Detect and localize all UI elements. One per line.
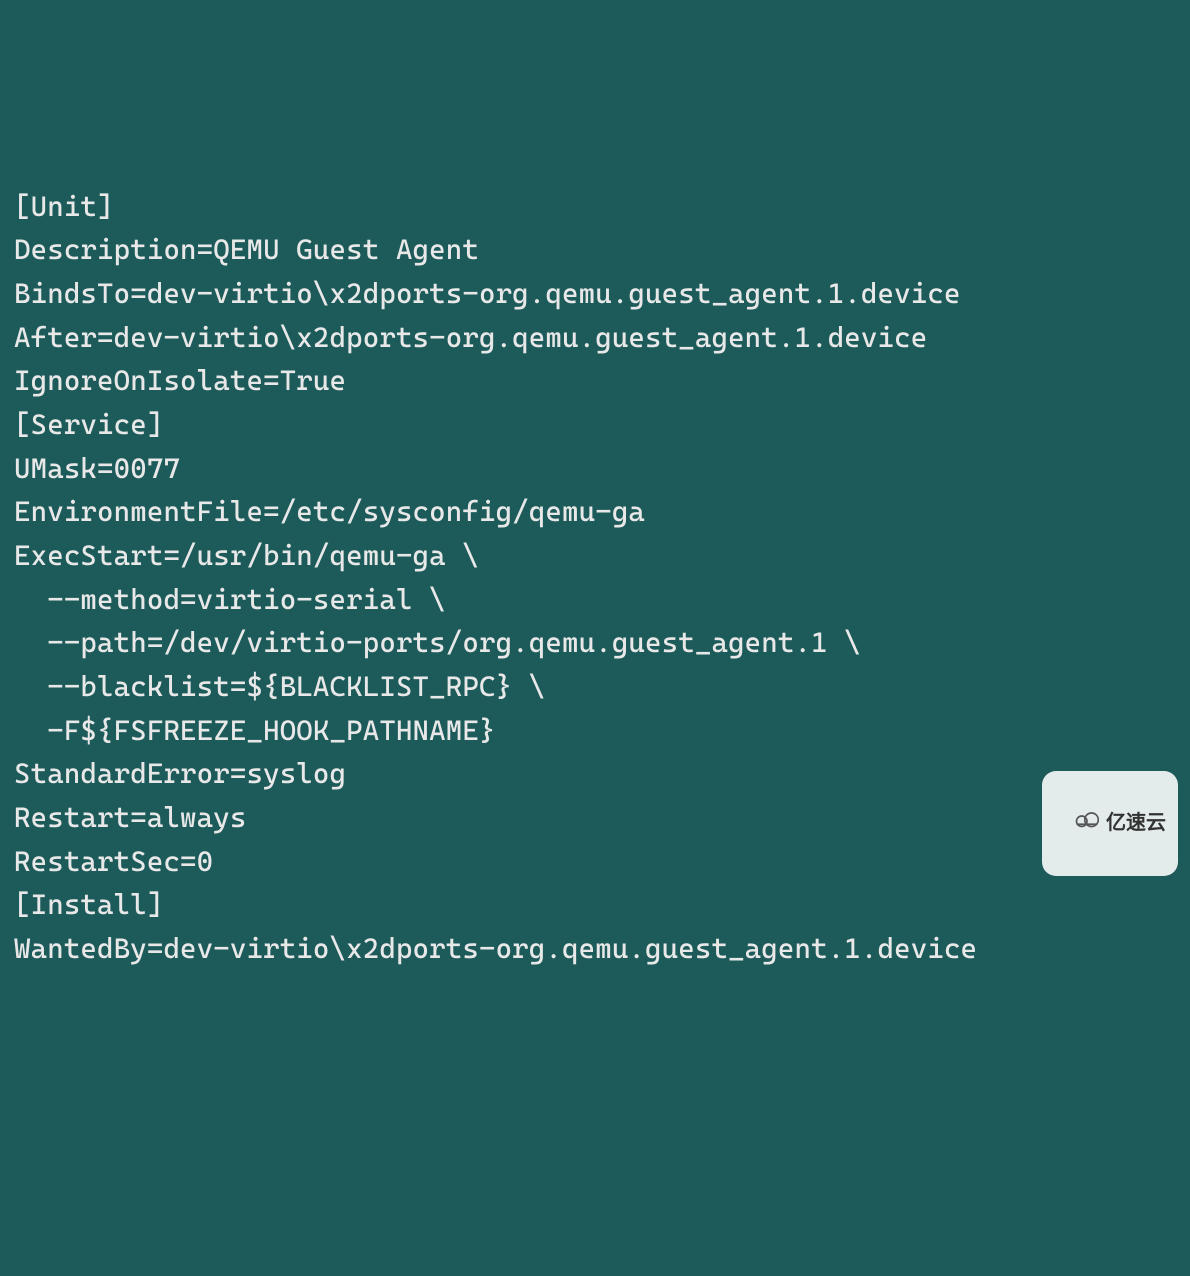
- config-line: UMask=0077: [14, 447, 1176, 491]
- config-line: EnvironmentFile=/etc/sysconfig/qemu-ga: [14, 490, 1176, 534]
- config-line: -F${FSFREEZE_HOOK_PATHNAME}: [14, 709, 1176, 753]
- config-line: IgnoreOnIsolate=True: [14, 359, 1176, 403]
- config-line: [Install]: [14, 883, 1176, 927]
- config-line: After=dev-virtio\x2dports-org.qemu.guest…: [14, 316, 1176, 360]
- config-line: StandardError=syslog: [14, 752, 1176, 796]
- cloud-icon: [1050, 776, 1102, 871]
- config-line: RestartSec=0: [14, 840, 1176, 884]
- config-line: [Unit]: [14, 185, 1176, 229]
- config-line: [Service]: [14, 403, 1176, 447]
- config-line: Description=QEMU Guest Agent: [14, 228, 1176, 272]
- systemd-config-content: [Unit]Description=QEMU Guest AgentBindsT…: [14, 185, 1176, 971]
- config-line: ExecStart=/usr/bin/qemu-ga \: [14, 534, 1176, 578]
- config-line: BindsTo=dev-virtio\x2dports-org.qemu.gue…: [14, 272, 1176, 316]
- watermark-text: 亿速云: [1106, 808, 1166, 839]
- watermark-badge: 亿速云: [1042, 771, 1178, 876]
- config-line: --blacklist=${BLACKLIST_RPC} \: [14, 665, 1176, 709]
- config-line: --method=virtio-serial \: [14, 578, 1176, 622]
- config-line: --path=/dev/virtio-ports/org.qemu.guest_…: [14, 621, 1176, 665]
- config-line: WantedBy=dev-virtio\x2dports-org.qemu.gu…: [14, 927, 1176, 971]
- config-line: Restart=always: [14, 796, 1176, 840]
